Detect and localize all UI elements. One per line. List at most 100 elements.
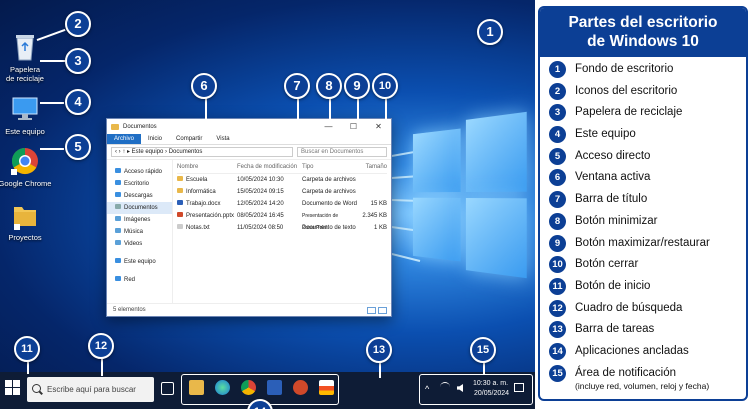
legend-title: Partes del escritorio de Windows 10 [540, 8, 746, 57]
legend-item: 10 Botón cerrar [540, 256, 746, 278]
explorer-search-input[interactable]: Buscar en Documentos [297, 147, 387, 157]
callout-7: 7 [284, 73, 310, 99]
network-icon [115, 276, 121, 281]
edge-pinned-icon[interactable] [215, 380, 230, 395]
legend-item: 7 Barra de título [540, 191, 746, 213]
legend-item: 3 Papelera de reciclaje [540, 104, 746, 126]
file-row[interactable]: Presentación.pptx 08/05/2024 16:45 Present… [177, 210, 387, 231]
nav-item[interactable]: Descargas [107, 190, 172, 202]
desktop-icon-this-pc[interactable]: Este equipo [0, 94, 53, 136]
word-pinned-icon[interactable] [267, 380, 282, 395]
desktop-icon-recycle-bin[interactable]: Papelera de reciclaje [0, 32, 53, 83]
callout-line [40, 148, 64, 150]
desktop-background[interactable]: Papelera de reciclaje Este equipo Google… [0, 0, 535, 409]
file-explorer-window[interactable]: Documentos — ☐ ✕ Archivo Inicio Comparti… [106, 118, 392, 317]
nav-item[interactable]: Música [107, 226, 172, 238]
file-list-header: Nombre Fecha de modificación Tipo Tamaño [177, 160, 387, 174]
callout-1: 1 [477, 19, 503, 45]
network-icon[interactable] [440, 382, 450, 392]
chrome-pinned-icon[interactable] [241, 380, 256, 395]
column-header[interactable]: Nombre [177, 160, 237, 174]
word-file-icon [177, 200, 183, 205]
column-header[interactable]: Tipo [302, 160, 357, 174]
callout-15: 15 [470, 337, 496, 363]
download-icon [115, 192, 121, 197]
legend-title-line: Partes del escritorio [568, 14, 718, 31]
video-icon [115, 240, 121, 245]
nav-item[interactable]: Este equipo [107, 256, 172, 268]
callout-line [40, 60, 65, 62]
ribbon-tabs: Archivo Inicio Compartir Vista [107, 134, 391, 145]
address-bar[interactable]: ‹ › ↑ ▸ Este equipo › Documentos [111, 147, 293, 157]
tiles-view-icon[interactable] [378, 307, 387, 314]
tab-archivo[interactable]: Archivo [107, 134, 142, 144]
callout-4: 4 [65, 89, 91, 115]
title-bar[interactable]: Documentos — ☐ ✕ [107, 119, 391, 134]
tab-inicio[interactable]: Inicio [141, 134, 169, 144]
navigation-pane: Acceso rápido Escritorio Descargas Docum… [107, 160, 173, 303]
documents-icon [115, 204, 121, 209]
powerpoint-file-icon [177, 212, 183, 217]
task-view-icon[interactable] [161, 382, 174, 395]
legend-item: 1 Fondo de escritorio [540, 61, 746, 83]
windows-logo-wallpaper [412, 111, 529, 279]
desktop-icon-label: Proyectos [8, 233, 42, 242]
music-icon [115, 228, 121, 233]
desktop-icon-chrome[interactable]: Google Chrome [0, 146, 53, 188]
legend-item: 4 Este equipo [540, 126, 746, 148]
nav-item[interactable]: Acceso rápido [107, 166, 172, 178]
callout-8: 8 [316, 73, 342, 99]
search-icon [32, 384, 41, 393]
legend-item: 9 Botón maximizar/restaurar [540, 234, 746, 257]
legend-item: 13 Barra de tareas [540, 321, 746, 343]
column-header[interactable]: Tamaño [357, 160, 387, 174]
nav-item[interactable]: Videos [107, 238, 172, 250]
legend-item: 12 Cuadro de búsqueda [540, 299, 746, 322]
star-icon [115, 168, 121, 173]
nav-item[interactable]: Escritorio [107, 178, 172, 190]
folder-icon [10, 200, 40, 230]
action-center-icon[interactable] [514, 383, 524, 392]
legend-item: 11 Botón de inicio [540, 277, 746, 300]
close-button[interactable]: ✕ [366, 122, 391, 131]
maximize-button[interactable]: ☐ [341, 122, 366, 131]
computer-icon [10, 94, 40, 124]
nav-item[interactable]: Red [107, 274, 172, 286]
column-header[interactable]: Fecha de modificación [237, 160, 302, 174]
desktop-icon-label: Google Chrome [0, 179, 52, 188]
callout-2: 2 [65, 11, 91, 37]
file-row[interactable]: Escuela 10/05/2024 10:30 Carpeta de archiv… [177, 174, 387, 186]
legend-item: 2 Iconos del escritorio [540, 82, 746, 105]
callout-9: 9 [344, 73, 370, 99]
search-placeholder: Escribe aquí para buscar [47, 385, 136, 394]
nav-item[interactable]: Documentos [107, 202, 172, 214]
computer-icon [115, 258, 121, 263]
clock-date[interactable]: 20/05/2024 [474, 390, 509, 397]
file-row[interactable]: Informática 15/05/2024 09:15 Carpeta de ar… [177, 186, 387, 198]
legend-item: 5 Acceso directo [540, 147, 746, 170]
details-view-icon[interactable] [367, 307, 376, 314]
file-row[interactable]: Trabajo.docx 12/05/2024 14:20 Documento de… [177, 198, 387, 210]
callout-line [27, 360, 29, 374]
view-toggle[interactable] [367, 307, 387, 314]
file-explorer-pinned-icon[interactable] [189, 380, 204, 395]
desktop-icon-projects-folder[interactable]: Proyectos [0, 200, 53, 242]
tab-vista[interactable]: Vista [209, 134, 236, 144]
status-bar: 5 elementos [107, 303, 391, 316]
callout-10: 10 [372, 73, 398, 99]
pictures-icon [115, 216, 121, 221]
callout-12: 12 [88, 333, 114, 359]
tray-overflow-chevron[interactable]: ^ [425, 384, 429, 394]
legend-title-line: de Windows 10 [587, 33, 699, 50]
text-file-icon [177, 224, 183, 229]
minimize-button[interactable]: — [316, 122, 341, 131]
taskbar-search-box[interactable]: Escribe aquí para buscar [27, 377, 154, 402]
store-pinned-icon[interactable] [319, 380, 334, 395]
clock-time[interactable]: 10:30 a. m. [473, 380, 508, 387]
tab-compartir[interactable]: Compartir [169, 134, 209, 144]
legend-item: 14 Aplicaciones ancladas [540, 342, 746, 365]
powerpoint-pinned-icon[interactable] [293, 380, 308, 395]
nav-item[interactable]: Imágenes [107, 214, 172, 226]
start-button[interactable] [5, 380, 21, 396]
file-row[interactable]: Notas.txt 11/05/2024 08:50 Documento de te… [177, 222, 387, 234]
